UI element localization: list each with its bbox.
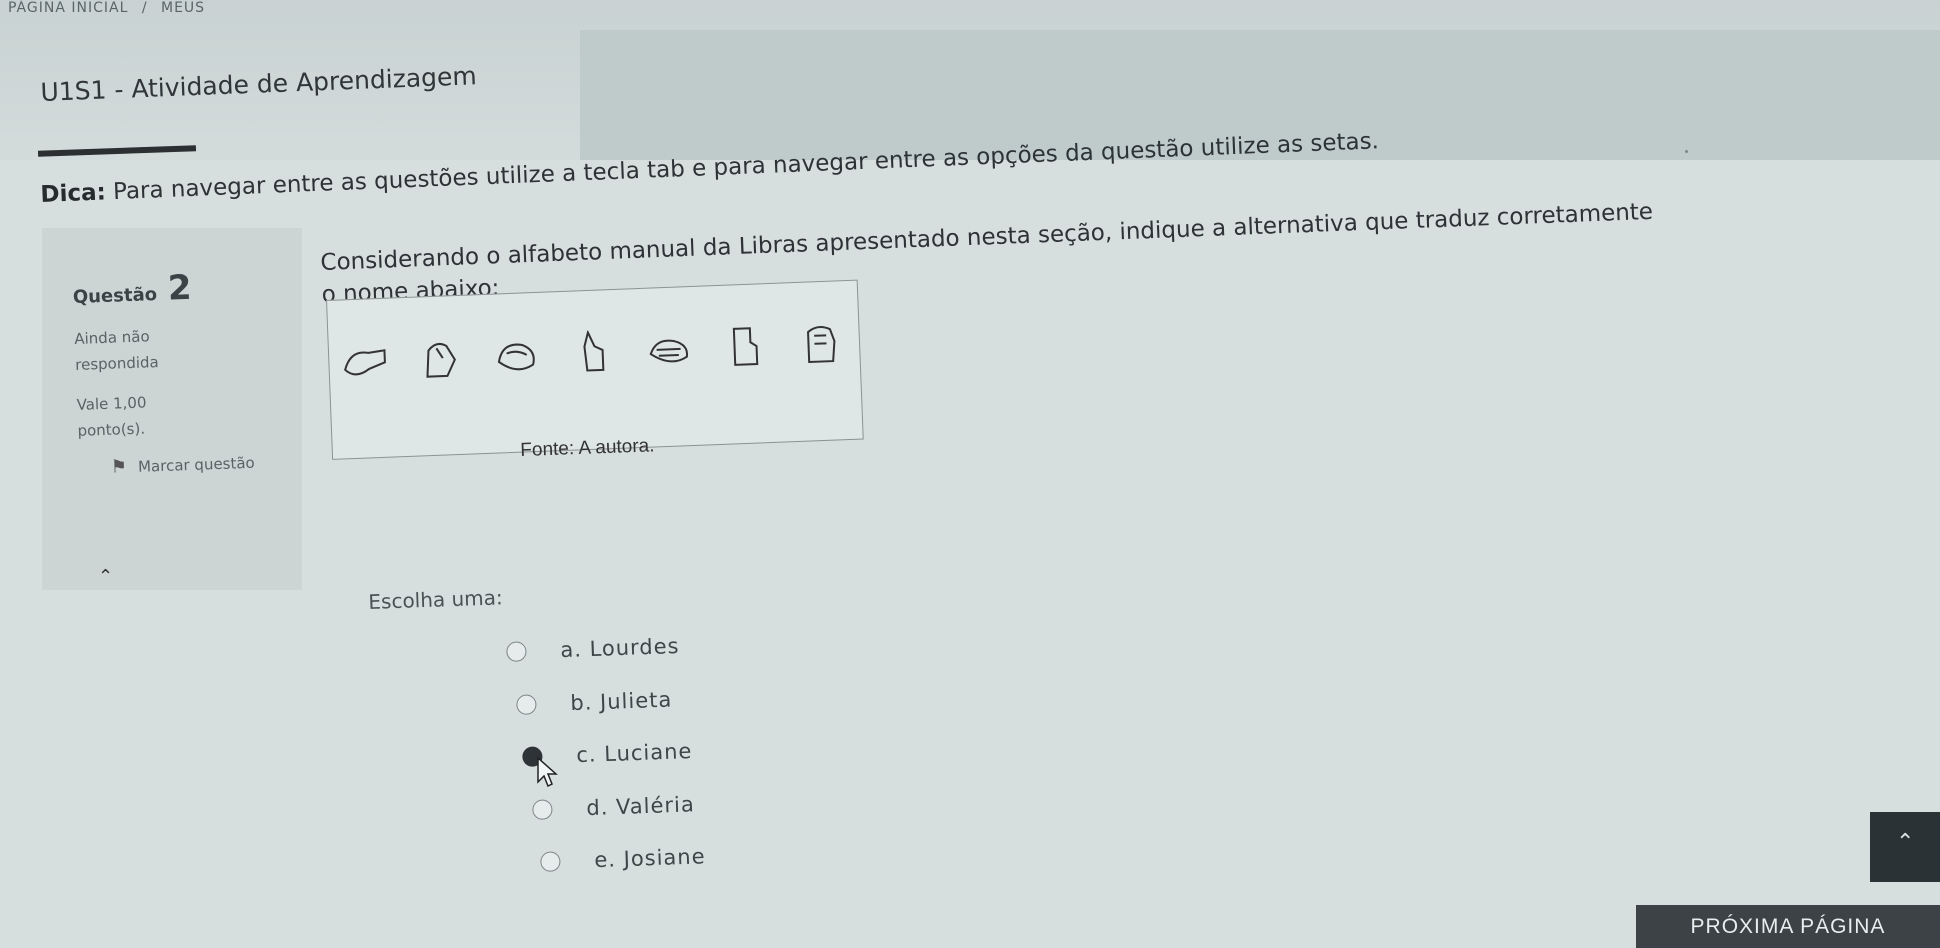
- breadcrumb-separator: /: [141, 0, 148, 16]
- scroll-to-top-button[interactable]: ⌃: [1870, 812, 1940, 882]
- breadcrumb: PÁGINA INICIAL / MEUS: [8, 0, 205, 16]
- tip-label: Dica:: [40, 179, 107, 208]
- question-label: Questão: [72, 284, 158, 308]
- question-status: Ainda não respondida: [74, 327, 160, 374]
- hand-sign-icon: [492, 332, 544, 378]
- flag-icon: ⚑: [110, 456, 128, 478]
- question-number: 2: [167, 267, 193, 309]
- hand-sign-icon: [416, 335, 468, 381]
- question-info: Questão 2 Ainda não respondida Vale 1,00…: [72, 266, 255, 482]
- question-points: Vale 1,00 ponto(s).: [76, 393, 147, 440]
- flag-label: Marcar questão: [137, 453, 255, 476]
- option-d[interactable]: d. Valéria: [532, 792, 695, 822]
- option-b-label: b. Julieta: [569, 687, 673, 716]
- radio-e[interactable]: [540, 851, 561, 872]
- option-a-label: a. Lourdes: [559, 633, 680, 663]
- radio-d[interactable]: [532, 799, 553, 820]
- radio-a[interactable]: [506, 641, 527, 662]
- image-caption: Fonte: A autora.: [520, 435, 655, 461]
- radio-b[interactable]: [516, 694, 537, 715]
- chevron-up-icon: ⌃: [1896, 830, 1915, 855]
- chevron-up-icon[interactable]: ⌃: [98, 566, 113, 587]
- hand-sign-icon: [720, 323, 772, 369]
- decorative-dot: [1685, 150, 1688, 153]
- breadcrumb-home-link[interactable]: PÁGINA INICIAL: [8, 0, 128, 16]
- hand-sign-icon: [644, 326, 696, 372]
- mouse-pointer-icon: [537, 756, 558, 788]
- option-c-label: c. Luciane: [575, 739, 693, 768]
- hand-sign-icon: [796, 321, 848, 367]
- option-e[interactable]: e. Josiane: [540, 844, 706, 874]
- choose-one-label: Escolha uma:: [368, 585, 504, 614]
- next-page-button[interactable]: PRÓXIMA PÁGINA: [1636, 905, 1940, 948]
- hand-sign-icon: [568, 329, 620, 375]
- option-b[interactable]: b. Julieta: [516, 688, 673, 717]
- option-d-label: d. Valéria: [585, 792, 696, 821]
- option-e-label: e. Josiane: [593, 844, 706, 873]
- breadcrumb-mine-link[interactable]: MEUS: [161, 0, 205, 16]
- option-a[interactable]: a. Lourdes: [506, 634, 680, 664]
- hand-sign-icon: [340, 338, 392, 384]
